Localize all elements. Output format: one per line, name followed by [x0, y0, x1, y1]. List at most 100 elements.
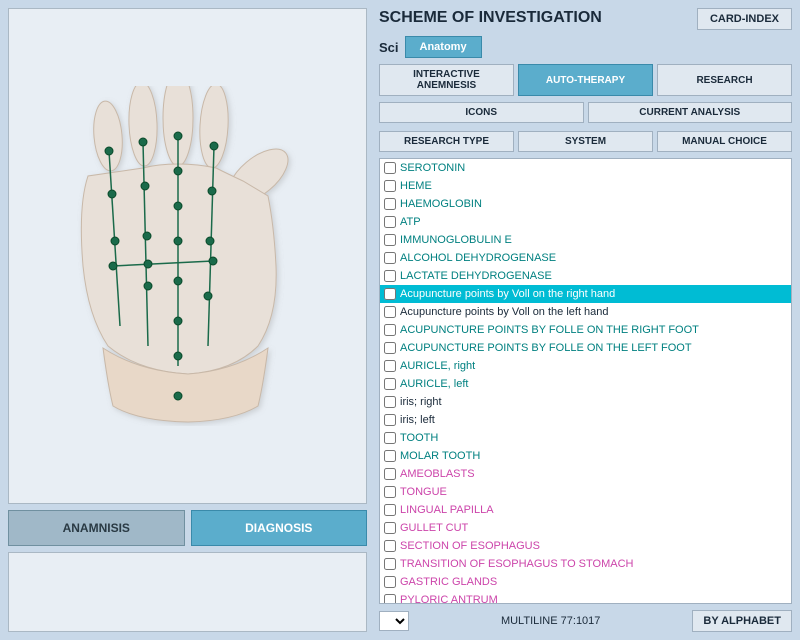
list-item-checkbox[interactable] — [384, 540, 396, 552]
list-item-text: PYLORIC ANTRUM — [400, 594, 498, 604]
by-alphabet-button[interactable]: BY ALPHABET — [692, 610, 792, 632]
hand-image-container — [8, 8, 367, 504]
list-item[interactable]: TONGUE — [380, 483, 791, 501]
list-item[interactable]: GULLET CUT — [380, 519, 791, 537]
anamnisis-button[interactable]: ANAMNISIS — [8, 510, 185, 546]
list-container[interactable]: SEROTONIN HEME HAEMOGLOBIN ATP IMMUNOGLOBULI… — [379, 158, 792, 604]
list-item[interactable]: ALCOHOL DEHYDROGENASE — [380, 249, 791, 267]
manual-choice-button[interactable]: MANUAL CHOICE — [657, 131, 792, 152]
list-item-checkbox[interactable] — [384, 252, 396, 264]
scheme-title: SCHEME OF INVESTIGATION — [379, 9, 602, 27]
list-item-checkbox[interactable] — [384, 324, 396, 336]
icons-button[interactable]: ICONS — [379, 102, 584, 123]
list-item[interactable]: LINGUAL PAPILLA — [380, 501, 791, 519]
list-item-checkbox[interactable] — [384, 504, 396, 516]
list-item-checkbox[interactable] — [384, 414, 396, 426]
research-button[interactable]: RESEARCH — [657, 64, 792, 96]
multiline-dropdown[interactable]: ▼ — [379, 611, 409, 631]
list-item[interactable]: Acupuncture points by Voll on the right … — [380, 285, 791, 303]
list-item-text: AURICLE, left — [400, 378, 468, 390]
top-row: Sci Anatomy — [379, 36, 792, 58]
left-panel: ANAMNISIS DIAGNOSIS — [0, 0, 375, 640]
list-item[interactable]: TOOTH — [380, 429, 791, 447]
list-item[interactable]: ACUPUNCTURE POINTS BY FOLLE ON THE LEFT … — [380, 339, 791, 357]
list-item[interactable]: ACUPUNCTURE POINTS BY FOLLE ON THE RIGHT… — [380, 321, 791, 339]
list-item[interactable]: GASTRIC GLANDS — [380, 573, 791, 591]
list-item[interactable]: ATP — [380, 213, 791, 231]
list-item-text: TONGUE — [400, 486, 447, 498]
list-item[interactable]: iris; right — [380, 393, 791, 411]
list-item-checkbox[interactable] — [384, 594, 396, 604]
list-item[interactable]: MOLAR TOOTH — [380, 447, 791, 465]
list-item[interactable]: TRANSITION OF ESOPHAGUS TO STOMACH — [380, 555, 791, 573]
nav-row-2: ICONS CURRENT ANALYSIS — [379, 102, 792, 123]
list-item[interactable]: AURICLE, left — [380, 375, 791, 393]
list-item-text: ACUPUNCTURE POINTS BY FOLLE ON THE RIGHT… — [400, 324, 699, 336]
hand-svg — [48, 86, 328, 426]
list-item[interactable]: HEME — [380, 177, 791, 195]
right-panel: SCHEME OF INVESTIGATION CARD-INDEX Sci A… — [375, 0, 800, 640]
list-item-text: TRANSITION OF ESOPHAGUS TO STOMACH — [400, 558, 633, 570]
list-item-checkbox[interactable] — [384, 288, 396, 300]
notes-area — [8, 552, 367, 632]
auto-therapy-button[interactable]: AUTO-THERAPY — [518, 64, 653, 96]
list-item[interactable]: HAEMOGLOBIN — [380, 195, 791, 213]
list-item-checkbox[interactable] — [384, 198, 396, 210]
bottom-status-row: ▼ MULTILINE 77:1017 BY ALPHABET — [379, 610, 792, 632]
list-item-text: GASTRIC GLANDS — [400, 576, 497, 588]
list-item-text: MOLAR TOOTH — [400, 450, 480, 462]
list-item-checkbox[interactable] — [384, 468, 396, 480]
list-item-checkbox[interactable] — [384, 486, 396, 498]
list-item-text: iris; left — [400, 414, 435, 426]
list-item-checkbox[interactable] — [384, 558, 396, 570]
list-item-checkbox[interactable] — [384, 522, 396, 534]
list-item-text: ALCOHOL DEHYDROGENASE — [400, 252, 556, 264]
list-item[interactable]: SECTION OF ESOPHAGUS — [380, 537, 791, 555]
list-item-checkbox[interactable] — [384, 180, 396, 192]
list-item-text: HEME — [400, 180, 432, 192]
list-item[interactable]: IMMUNOGLOBULIN E — [380, 231, 791, 249]
list-item[interactable]: iris; left — [380, 411, 791, 429]
list-item-checkbox[interactable] — [384, 432, 396, 444]
main-container: ANAMNISIS DIAGNOSIS SCHEME OF INVESTIGAT… — [0, 0, 800, 640]
list-item-text: Acupuncture points by Voll on the right … — [400, 288, 615, 300]
list-item-checkbox[interactable] — [384, 576, 396, 588]
interactive-anemnesis-button[interactable]: INTERACTIVE ANEMNESIS — [379, 64, 514, 96]
diagnosis-button[interactable]: DIAGNOSIS — [191, 510, 368, 546]
bottom-buttons: ANAMNISIS DIAGNOSIS — [8, 510, 367, 546]
list-item-checkbox[interactable] — [384, 396, 396, 408]
list-item-text: AURICLE, right — [400, 360, 475, 372]
list-item-checkbox[interactable] — [384, 234, 396, 246]
list-item[interactable]: PYLORIC ANTRUM — [380, 591, 791, 604]
list-item[interactable]: AURICLE, right — [380, 357, 791, 375]
list-item-checkbox[interactable] — [384, 162, 396, 174]
list-item-text: Acupuncture points by Voll on the left h… — [400, 306, 609, 318]
list-item[interactable]: LACTATE DEHYDROGENASE — [380, 267, 791, 285]
list-item-text: LACTATE DEHYDROGENASE — [400, 270, 552, 282]
list-item-checkbox[interactable] — [384, 450, 396, 462]
list-item-text: GULLET CUT — [400, 522, 468, 534]
list-item-checkbox[interactable] — [384, 306, 396, 318]
list-item-checkbox[interactable] — [384, 216, 396, 228]
sci-label: Sci — [379, 40, 399, 55]
list-item-checkbox[interactable] — [384, 342, 396, 354]
list-item-text: LINGUAL PAPILLA — [400, 504, 494, 516]
list-item-checkbox[interactable] — [384, 360, 396, 372]
research-type-button[interactable]: RESEARCH TYPE — [379, 131, 514, 152]
card-index-button[interactable]: CARD-INDEX — [697, 8, 792, 30]
list-item-text: iris; right — [400, 396, 442, 408]
list-item-checkbox[interactable] — [384, 270, 396, 282]
anatomy-button[interactable]: Anatomy — [405, 36, 482, 58]
status-text: MULTILINE 77:1017 — [413, 615, 688, 627]
current-analysis-button[interactable]: CURRENT ANALYSIS — [588, 102, 793, 123]
list-item[interactable]: AMEOBLASTS — [380, 465, 791, 483]
list-item-checkbox[interactable] — [384, 378, 396, 390]
list-item-text: ATP — [400, 216, 421, 228]
list-item-text: SECTION OF ESOPHAGUS — [400, 540, 540, 552]
system-button[interactable]: SYSTEM — [518, 131, 653, 152]
list-item[interactable]: SEROTONIN — [380, 159, 791, 177]
list-item-text: HAEMOGLOBIN — [400, 198, 482, 210]
list-item-text: IMMUNOGLOBULIN E — [400, 234, 512, 246]
list-item[interactable]: Acupuncture points by Voll on the left h… — [380, 303, 791, 321]
list-item-text: TOOTH — [400, 432, 438, 444]
